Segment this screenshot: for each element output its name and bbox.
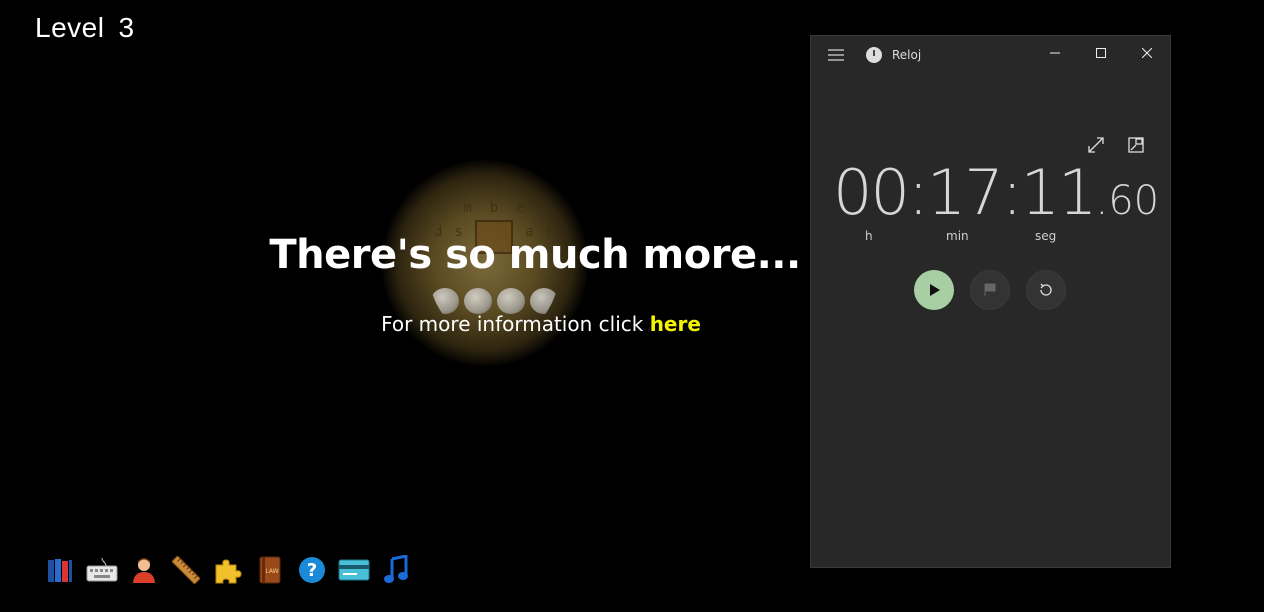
stopwatch-sep: : <box>907 156 929 229</box>
stopwatch-hundredths: 60 <box>1108 178 1160 224</box>
stopwatch-display: 00:17:11.60 <box>833 156 1159 229</box>
window-title: Reloj <box>892 48 922 62</box>
lap-button[interactable] <box>970 270 1010 310</box>
stopwatch-sep: : <box>1001 156 1023 229</box>
minimize-icon[interactable] <box>1032 36 1078 70</box>
maximize-icon[interactable] <box>1078 36 1124 70</box>
clock-app-window: Reloj 00:17:11.60 h min seg <box>810 35 1171 568</box>
board-letter: e <box>516 200 525 216</box>
clock-app-icon <box>866 47 882 63</box>
flag-icon <box>984 283 996 296</box>
reset-icon <box>1040 283 1052 296</box>
board-stone <box>496 288 525 314</box>
unit-hours: h <box>865 229 873 243</box>
hamburger-menu-icon[interactable] <box>811 36 861 74</box>
play-button[interactable] <box>914 270 954 310</box>
keyboard-icon[interactable] <box>86 554 118 586</box>
play-icon <box>930 284 940 296</box>
stopwatch-seconds: 11 <box>1020 156 1098 229</box>
window-controls <box>1032 36 1170 70</box>
board-stone <box>463 288 492 314</box>
svg-text:?: ? <box>307 560 317 581</box>
user-icon[interactable] <box>128 554 160 586</box>
unit-seconds: seg <box>1035 229 1057 243</box>
help-icon[interactable]: ? <box>296 554 328 586</box>
board-letter: b <box>489 200 499 216</box>
info-link[interactable]: here <box>650 312 701 336</box>
close-icon[interactable] <box>1124 36 1170 70</box>
stopwatch-hours: 00 <box>833 156 910 229</box>
level-label: Level <box>35 12 105 43</box>
title-bar: Reloj <box>811 36 1170 74</box>
card-icon[interactable] <box>338 554 370 586</box>
view-options <box>1085 134 1147 156</box>
board-letter: m <box>463 200 472 216</box>
stopwatch-dot: . <box>1095 178 1109 224</box>
books-icon[interactable] <box>44 554 76 586</box>
law-book-icon[interactable]: LAW <box>254 554 286 586</box>
stopwatch-controls <box>914 270 1066 310</box>
info-text: For more information click <box>381 312 650 336</box>
svg-text:LAW: LAW <box>265 568 278 575</box>
bottom-toolbar: LAW ? <box>44 554 412 586</box>
puzzle-icon[interactable] <box>212 554 244 586</box>
level-indicator: Level 3 <box>35 12 135 44</box>
compact-overlay-icon[interactable] <box>1125 134 1147 156</box>
expand-icon[interactable] <box>1085 134 1107 156</box>
ruler-icon[interactable] <box>170 554 202 586</box>
unit-minutes: min <box>946 229 969 243</box>
screen: Level3 i m b e r d s a r There's so much… <box>0 0 1264 612</box>
music-icon[interactable] <box>380 554 412 586</box>
level-number: 3 <box>118 12 135 43</box>
reset-button[interactable] <box>1026 270 1066 310</box>
stopwatch-minutes: 17 <box>926 156 1004 229</box>
